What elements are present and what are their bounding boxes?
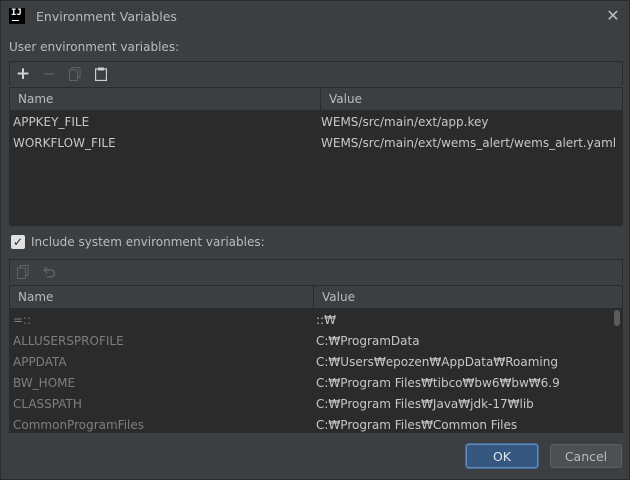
table-row[interactable]: WORKFLOW_FILE WEMS/src/main/ext/wems_ale… [10,133,622,154]
variable-name: CommonProgramFiles [13,418,145,432]
copy-icon[interactable] [65,64,85,84]
environment-variables-dialog: IJ Environment Variables ✕ User environm… [0,0,630,480]
system-table-header: Name Value [10,286,622,309]
variable-value: C:₩ProgramData [316,334,420,348]
variable-value: WEMS/src/main/ext/wems_alert/wems_alert.… [321,136,617,150]
variable-value: C:₩Program Files₩Common Files [316,418,518,432]
user-variables-label: User environment variables: [9,40,180,54]
table-row[interactable]: APPDATA C:₩Users₩epozen₩AppData₩Roaming [10,352,622,373]
remove-icon[interactable]: − [39,64,59,84]
variable-name: BW_HOME [13,376,76,390]
user-variables-toolbar: + − [9,61,623,85]
table-row[interactable]: APPKEY_FILE WEMS/src/main/ext/app.key [10,112,622,133]
include-system-checkbox[interactable]: ✓ [11,235,25,249]
undo-icon[interactable] [39,262,59,282]
paste-icon[interactable] [91,64,111,84]
variable-value: WEMS/src/main/ext/app.key [321,115,489,129]
ok-button[interactable]: OK [466,444,538,468]
system-column-value-header[interactable]: Value [313,286,612,308]
user-table-header: Name Value [10,88,622,111]
cancel-button[interactable]: Cancel [550,444,622,468]
system-column-name-header[interactable]: Name [10,286,313,308]
user-column-name-header[interactable]: Name [10,88,320,110]
user-variables-table: Name Value APPKEY_FILE WEMS/src/main/ext… [9,87,623,226]
table-row[interactable]: =:: ::₩ [10,310,622,331]
variable-name: APPDATA [13,355,67,369]
scrollbar-thumb[interactable] [614,310,620,326]
title-bar: IJ Environment Variables ✕ [1,1,629,33]
table-row[interactable]: CommonProgramFiles C:₩Program Files₩Comm… [10,415,622,432]
variable-name: ALLUSERSPROFILE [13,334,124,348]
user-column-value-header[interactable]: Value [320,88,622,110]
table-row[interactable]: BW_HOME C:₩Program Files₩tibco₩bw6₩bw₩6.… [10,373,622,394]
include-system-label[interactable]: Include system environment variables: [31,235,265,250]
variable-name: =:: [13,313,32,327]
close-icon[interactable]: ✕ [604,7,622,25]
system-variables-toolbar [9,259,623,283]
copy-icon[interactable] [13,262,33,282]
variable-value: C:₩Program Files₩tibco₩bw6₩bw₩6.9 [316,376,560,390]
system-variables-table: Name Value =:: ::₩ ALLUSERSPROFILE C:₩Pr… [9,285,623,433]
intellij-app-icon: IJ [9,8,25,24]
variable-name: WORKFLOW_FILE [13,136,116,150]
add-icon[interactable]: + [13,64,33,84]
table-row[interactable]: ALLUSERSPROFILE C:₩ProgramData [10,331,622,352]
vertical-scrollbar[interactable] [612,308,622,432]
variable-value: C:₩Program Files₩Java₩jdk-17₩lib [316,397,534,411]
variable-value: C:₩Users₩epozen₩AppData₩Roaming [316,355,558,369]
window-title: Environment Variables [36,9,177,24]
variable-name: APPKEY_FILE [13,115,90,129]
variable-value: ::₩ [316,313,336,327]
variable-name: CLASSPATH [13,397,82,411]
table-row[interactable]: CLASSPATH C:₩Program Files₩Java₩jdk-17₩l… [10,394,622,415]
